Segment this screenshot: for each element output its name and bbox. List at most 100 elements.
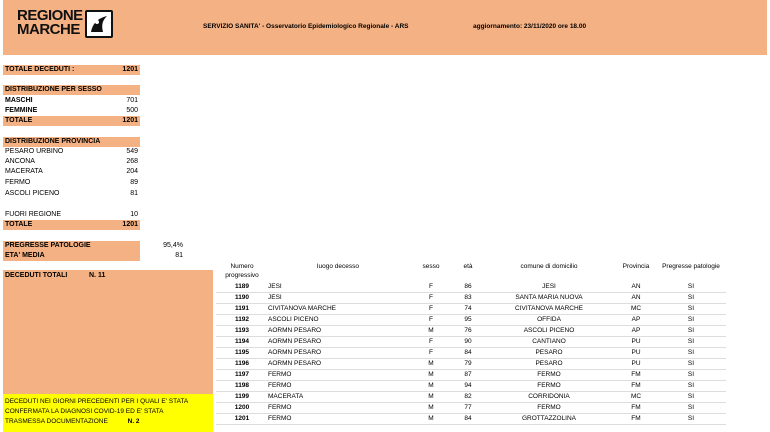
cell-comune: CORRIDONIA — [528, 393, 570, 400]
cell-luogo: JESI — [268, 294, 282, 301]
cell-luogo: AORMN PESARO — [268, 327, 322, 334]
cell-comune: FERMO — [537, 371, 561, 378]
cell-sesso: M — [428, 393, 434, 400]
cell-eta: 79 — [464, 360, 472, 367]
provincia-row: PESARO URBINO 549 — [5, 148, 138, 155]
cell-eta: 86 — [464, 283, 472, 290]
cell-luogo: MACERATA — [268, 393, 304, 400]
cell-patologie: SI — [687, 327, 695, 334]
cell-comune: GROTTAZZOLINA — [521, 415, 577, 422]
cell-patologie: SI — [687, 360, 695, 367]
cell-patologie: SI — [687, 294, 695, 301]
deceduti-totali-block: DECEDUTI TOTALI N. 11 — [3, 270, 213, 394]
cell-numero: 1200 — [234, 404, 250, 411]
provincia-title: DISTRIBUZIONE PROVINCIA — [3, 137, 140, 147]
yellow-note: DECEDUTI NEI GIORNI PRECEDENTI PER I QUA… — [3, 394, 213, 432]
cell-eta: 95 — [464, 316, 472, 323]
cell-eta: 84 — [464, 415, 472, 422]
cell-eta: 90 — [464, 338, 472, 345]
cell-luogo: FERMO — [268, 415, 292, 422]
deceased-detail-table: Numero progressivo luogo decesso sesso e… — [216, 262, 726, 425]
cell-sesso: F — [429, 294, 433, 301]
table-row: 1192 ASCOLI PICENO F 95 OFFIDA AP SI — [216, 315, 726, 326]
cell-luogo: JESI — [268, 283, 282, 290]
cell-numero: 1189 — [234, 283, 250, 290]
patologie-label-cell: PREGRESSE PATOLOGIE — [3, 241, 140, 251]
cell-provincia: AP — [631, 316, 641, 323]
cell-eta: 77 — [464, 404, 472, 411]
cell-comune: OFFIDA — [537, 316, 561, 323]
cell-luogo: AORMN PESARO — [268, 360, 322, 367]
table-row: 1193 AORMN PESARO M 76 ASCOLI PICENO AP SI — [216, 326, 726, 337]
col-header-sesso: sesso — [422, 263, 440, 270]
cell-provincia: AN — [631, 283, 641, 290]
cell-patologie: SI — [687, 404, 695, 411]
cell-eta: 84 — [464, 349, 472, 356]
table-row: 1190 JESI F 83 SANTA MARIA NUOVA AN SI — [216, 293, 726, 304]
cell-eta: 74 — [464, 305, 472, 312]
table-row: 1199 MACERATA M 82 CORRIDONIA MC SI — [216, 392, 726, 403]
cell-provincia: PU — [631, 360, 641, 367]
cell-sesso: M — [428, 360, 434, 367]
cell-patologie: SI — [687, 349, 695, 356]
provincia-total-row: TOTALE 1201 — [3, 220, 140, 230]
table-row: 1191 CIVITANOVA MARCHE F 74 CIVITANOVA MARCH… — [216, 304, 726, 315]
sesso-title: DISTRIBUZIONE PER SESSO — [3, 85, 140, 95]
cell-provincia: MC — [630, 393, 642, 400]
table-row: 1195 AORMN PESARO F 84 PESARO PU SI — [216, 348, 726, 359]
cell-eta: 82 — [464, 393, 472, 400]
cell-patologie: SI — [687, 338, 695, 345]
table-row: 1189 JESI F 86 JESI AN SI — [216, 282, 726, 293]
table-row: 1198 FERMO M 94 FERMO FM SI — [216, 381, 726, 392]
service-title: SERVIZIO SANITA' - Osservatorio Epidemio… — [203, 23, 409, 30]
sesso-row-maschi: MASCHI 701 — [5, 97, 138, 104]
cell-numero: 1195 — [234, 349, 250, 356]
deceduti-totali-label: DECEDUTI TOTALI — [5, 272, 68, 279]
cell-patologie: SI — [687, 371, 695, 378]
cell-sesso: F — [429, 316, 433, 323]
cell-patologie: SI — [687, 316, 695, 323]
cell-numero: 1197 — [234, 371, 250, 378]
update-timestamp: aggiornamento: 23/11/2020 ore 18.00 — [473, 23, 587, 30]
cell-provincia: PU — [631, 349, 641, 356]
cell-luogo: FERMO — [268, 404, 292, 411]
cell-comune: PESARO — [535, 360, 563, 367]
cell-sesso: M — [428, 404, 434, 411]
cell-sesso: F — [429, 349, 433, 356]
cell-provincia: AP — [631, 327, 641, 334]
table-header-row: Numero progressivo luogo decesso sesso e… — [216, 262, 726, 282]
eta-value: 81 — [175, 252, 183, 259]
cell-comune: CIVITANOVA MARCHE — [514, 305, 584, 312]
cell-numero: 1193 — [234, 327, 250, 334]
table-row: 1196 AORMN PESARO M 79 PESARO PU SI — [216, 359, 726, 370]
totale-deceduti-value: 1201 — [122, 66, 138, 73]
fuori-regione-row: FUORI REGIONE 10 — [5, 211, 138, 218]
table-row: 1194 AORMN PESARO F 90 CANTIANO PU SI — [216, 337, 726, 348]
eta-label-cell: ETA' MEDIA — [3, 251, 140, 261]
cell-numero: 1191 — [234, 305, 250, 312]
cell-numero: 1192 — [234, 316, 250, 323]
provincia-row: FERMO 89 — [5, 179, 138, 186]
cell-provincia: FM — [631, 415, 641, 422]
cell-numero: 1190 — [234, 294, 250, 301]
cell-provincia: FM — [631, 371, 641, 378]
provincia-row: ASCOLI PICENO 81 — [5, 190, 138, 197]
table-row: 1201 FERMO M 84 GROTTAZZOLINA FM SI — [216, 414, 726, 425]
cell-luogo: FERMO — [268, 371, 292, 378]
col-header-eta: età — [463, 263, 473, 270]
cell-patologie: SI — [687, 305, 695, 312]
cell-patologie: SI — [687, 393, 695, 400]
col-header-provincia: Provincia — [622, 263, 650, 270]
cell-patologie: SI — [687, 283, 695, 290]
sesso-row-femmine: FEMMINE 500 — [5, 107, 138, 114]
totale-deceduti-label: TOTALE DECEDUTI : — [5, 66, 75, 73]
marche-emblem-icon — [85, 10, 113, 38]
cell-provincia: MC — [630, 305, 642, 312]
cell-provincia: PU — [631, 338, 641, 345]
cell-comune: FERMO — [537, 382, 561, 389]
cell-sesso: M — [428, 371, 434, 378]
cell-comune: JESI — [542, 283, 556, 290]
cell-numero: 1199 — [234, 393, 250, 400]
cell-numero: 1196 — [234, 360, 250, 367]
cell-luogo: AORMN PESARO — [268, 349, 322, 356]
